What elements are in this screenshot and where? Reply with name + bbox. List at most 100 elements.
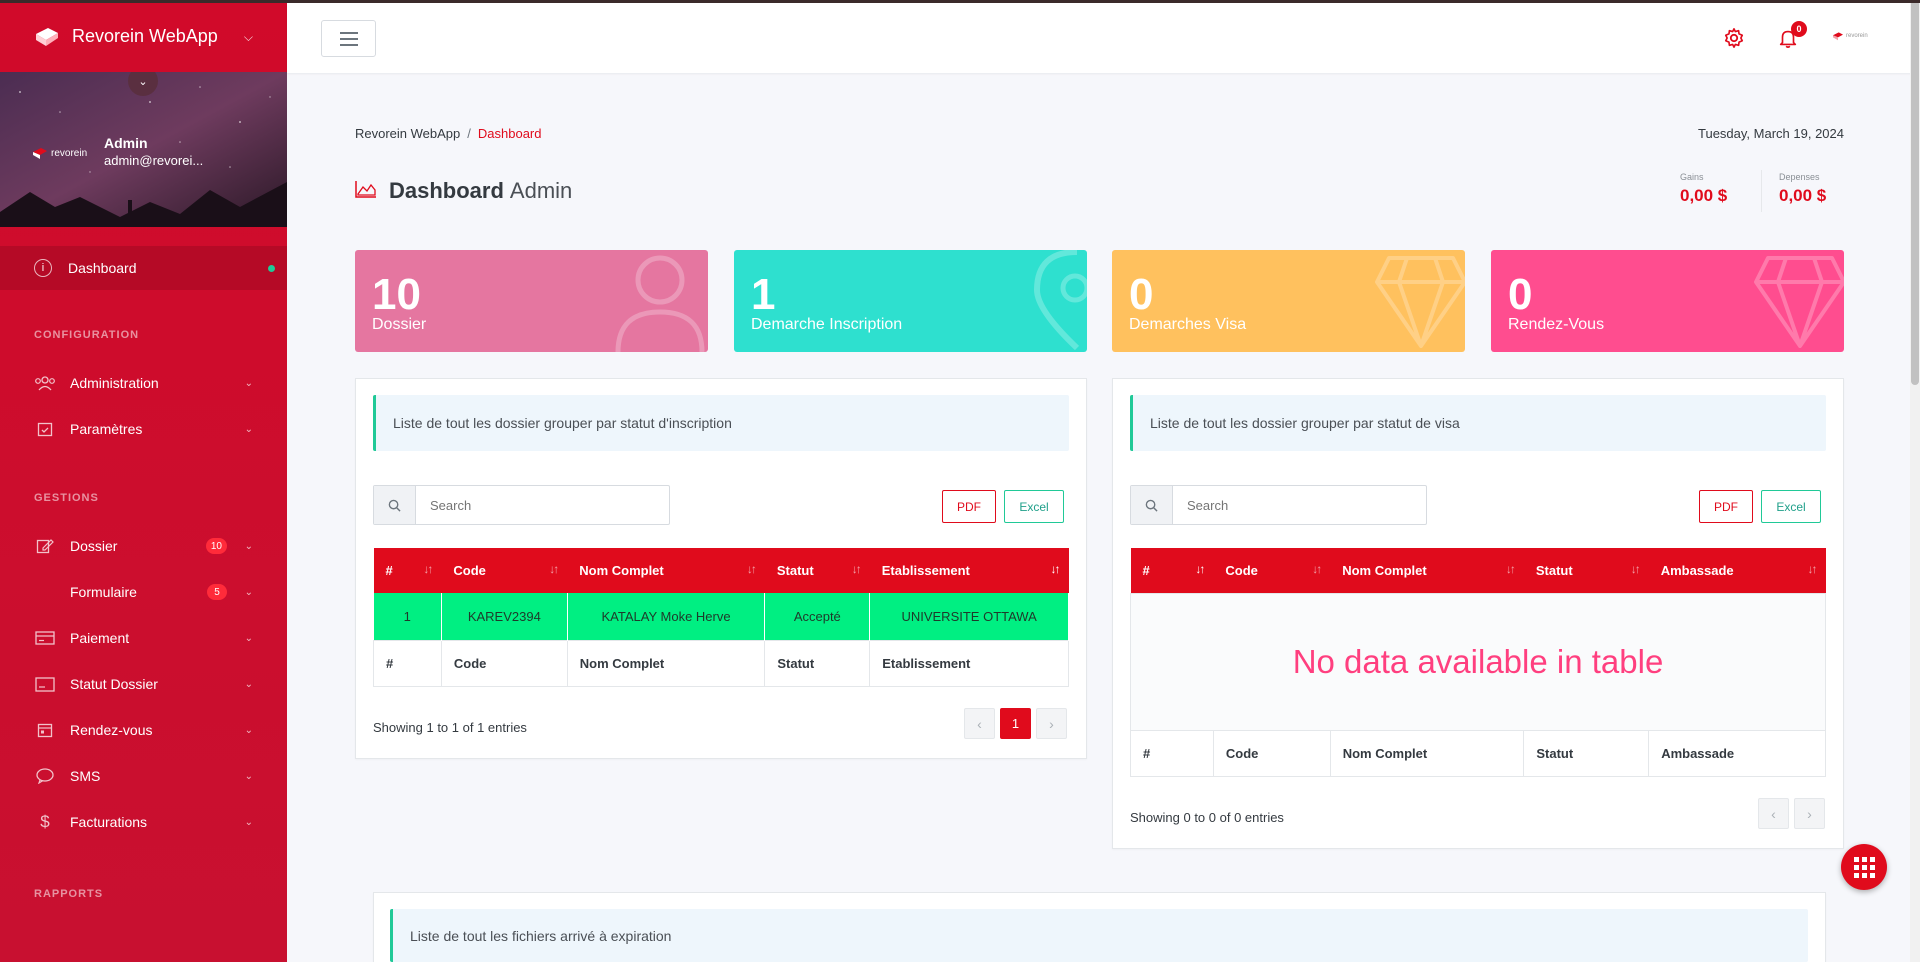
table-cell: UNIVERSITE OTTAWA	[869, 593, 1069, 640]
sort-icon: ↓↑	[1195, 562, 1205, 576]
footer-cell: #	[373, 639, 442, 687]
column-header[interactable]: Nom Complet ↓↑	[1330, 548, 1524, 593]
stat-value: 0,00 $	[1779, 186, 1827, 205]
grid-dot	[1853, 856, 1859, 862]
profile-name: Admin	[104, 135, 148, 151]
column-header[interactable]: Statut ↓↑	[764, 548, 870, 593]
chevron-down-icon: ⌄	[244, 540, 253, 552]
sidebar-item-dossier[interactable]: Dossier 10 ⌄	[0, 523, 287, 569]
callout-expiration: Liste de tout les fichiers arrivé à expi…	[390, 909, 1808, 962]
sidebar-item-sms[interactable]: SMS ⌄	[0, 753, 287, 799]
sort-icon: ↓↑	[1630, 562, 1641, 576]
column-header-label: Statut	[776, 563, 814, 578]
section-title-configuration: CONFIGURATION	[34, 329, 140, 341]
grid-dot	[1869, 864, 1875, 870]
table-footer-row: # Code Nom Complet Statut Etablissement	[373, 639, 1069, 687]
chevron-down-icon: ⌄	[244, 816, 253, 828]
page-title: Dashboard Admin	[355, 178, 572, 204]
footer-cell: Etablissement	[869, 639, 1069, 687]
excel-export-button[interactable]: Excel	[1004, 490, 1064, 523]
prev-page-button[interactable]: ‹	[964, 708, 995, 739]
hamburger-line	[339, 43, 358, 46]
stat-label: Gains	[1680, 172, 1704, 182]
page-title-strong: Dashboard	[389, 178, 504, 203]
search-icon	[1131, 486, 1173, 524]
user-avatar-logo[interactable]: revorein	[1832, 31, 1868, 41]
prev-page-button[interactable]: ‹	[1758, 798, 1789, 829]
chevron-down-icon: ⌄	[244, 423, 253, 435]
next-page-button[interactable]: ›	[1036, 708, 1067, 739]
pdf-export-button[interactable]: PDF	[1699, 490, 1753, 523]
table-info: Showing 1 to 1 of 1 entries	[373, 720, 527, 735]
chevron-down-icon: ⌄	[244, 377, 253, 389]
sidebar-item-formulaire[interactable]: Formulaire 5 ⌄	[0, 569, 287, 615]
sort-icon: ↓↑	[1807, 562, 1818, 576]
calendar-icon	[34, 721, 56, 739]
column-header-label: #	[385, 563, 393, 578]
tile-label: Demarches Visa	[1129, 316, 1247, 333]
sms-icon	[34, 767, 56, 785]
footer-cell: Code	[1212, 729, 1331, 777]
grid-dot	[1869, 856, 1875, 862]
grid-dot	[1853, 864, 1859, 870]
gains-stat: Gains 0,00 $	[1680, 172, 1727, 206]
empty-row: No data available in table	[1130, 592, 1826, 731]
count-badge: 10	[205, 538, 227, 554]
chevron-down-icon: ⌄	[244, 586, 253, 598]
column-header[interactable]: Code ↓↑	[1213, 548, 1331, 593]
chevron-down-icon: ⌄	[244, 724, 253, 736]
column-header[interactable]: Statut ↓↑	[1523, 548, 1649, 593]
tile-demarche-inscription[interactable]: 1 Demarche Inscription	[734, 250, 1087, 352]
tile-rendez-vous[interactable]: 0 Rendez-Vous	[1491, 250, 1844, 352]
table-row[interactable]: 1 KAREV2394 KATALAY Moke Herve Accepté U…	[373, 593, 1069, 640]
tile-demarches-visa[interactable]: 0 Demarches Visa	[1112, 250, 1465, 352]
next-page-button[interactable]: ›	[1794, 798, 1825, 829]
sidebar-item-label: Statut Dossier	[70, 676, 158, 692]
tile-dossier[interactable]: 10 Dossier	[355, 250, 708, 352]
sidebar-item-paiement[interactable]: Paiement ⌄	[0, 615, 287, 661]
sidebar-item-parametres[interactable]: Paramètres ⌄	[0, 406, 287, 452]
sidebar: Revorein WebApp ⌵ ⌄ revorein Admin admin…	[0, 0, 287, 962]
column-header-label: Code	[453, 563, 486, 578]
tile-label: Dossier	[372, 316, 427, 333]
sidebar-item-label: Dossier	[70, 538, 118, 554]
sidebar-item-facturations[interactable]: $ Facturations ⌄	[0, 799, 287, 845]
tile-value: 0	[1508, 270, 1533, 319]
table-info: Showing 0 to 0 of 0 entries	[1130, 810, 1284, 825]
pdf-export-button[interactable]: PDF	[942, 490, 996, 523]
revorein-logo-icon	[32, 23, 62, 49]
table-cell: KATALAY Moke Herve	[567, 593, 766, 640]
column-header[interactable]: # ↓↑	[1130, 548, 1214, 593]
column-header[interactable]: Etablissement ↓↑	[869, 548, 1069, 593]
tile-value: 1	[751, 270, 776, 319]
section-title-rapports: RAPPORTS	[34, 888, 104, 900]
apps-grid-button[interactable]	[1841, 844, 1887, 890]
user-profile-panel: ⌄ revorein Admin admin@revorei...	[0, 72, 287, 227]
sidebar-item-administration[interactable]: Administration ⌄	[0, 360, 287, 406]
excel-export-button[interactable]: Excel	[1761, 490, 1821, 523]
brand[interactable]: Revorein WebApp ⌵	[0, 0, 287, 72]
page-scrollbar[interactable]	[1910, 0, 1920, 962]
sidebar-item-statut-dossier[interactable]: Statut Dossier ⌄	[0, 661, 287, 707]
column-header[interactable]: Code ↓↑	[441, 548, 568, 593]
gear-icon[interactable]	[1723, 27, 1745, 55]
menu-toggle-button[interactable]	[321, 20, 376, 57]
page-title-light: Admin	[509, 178, 573, 203]
sidebar-item-dashboard[interactable]: i Dashboard	[0, 246, 287, 290]
breadcrumb-root-link[interactable]: Revorein WebApp	[355, 126, 460, 141]
sidebar-item-label: Facturations	[70, 814, 148, 830]
chevron-down-icon[interactable]: ⌵	[244, 30, 253, 45]
column-header[interactable]: # ↓↑	[373, 548, 442, 593]
sort-icon: ↓↑	[851, 562, 862, 576]
column-header[interactable]: Ambassade ↓↑	[1648, 548, 1826, 593]
sidebar-item-label: Paiement	[70, 630, 130, 646]
top-header: 0 revorein	[287, 3, 1920, 73]
search-input[interactable]	[1173, 486, 1413, 524]
sidebar-item-rendez-vous[interactable]: Rendez-vous ⌄	[0, 707, 287, 753]
search-input[interactable]	[416, 486, 656, 524]
scrollbar-thumb[interactable]	[1911, 0, 1919, 385]
page-button[interactable]: 1	[1000, 708, 1031, 739]
footer-cell: Statut	[1523, 729, 1650, 777]
column-header[interactable]: Nom Complet ↓↑	[567, 548, 765, 593]
avatar-logo-text: revorein	[51, 147, 88, 159]
